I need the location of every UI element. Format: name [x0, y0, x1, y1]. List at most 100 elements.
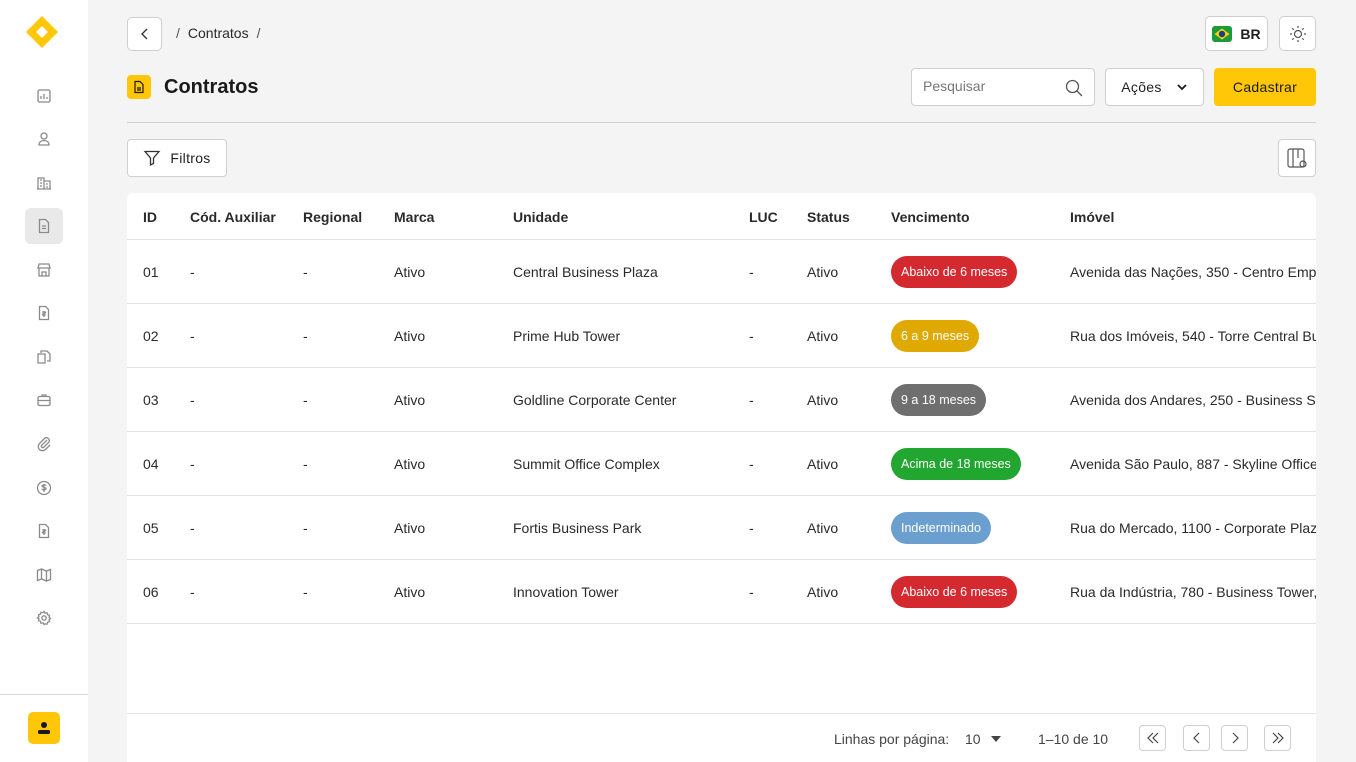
- chart-icon: [37, 89, 51, 103]
- sidebar-item-gear[interactable]: [25, 600, 63, 636]
- cell-luc: -: [749, 456, 754, 472]
- first-page-button[interactable]: [1139, 725, 1166, 751]
- table-row[interactable]: 03 - - Ativo Goldline Corporate Center - Ativo…: [127, 368, 1316, 432]
- column-settings-button[interactable]: [1278, 139, 1316, 177]
- sidebar-item-map[interactable]: [25, 557, 63, 593]
- search-icon[interactable]: [1065, 79, 1083, 97]
- cell-id: 01: [143, 264, 159, 280]
- sidebar-item-store[interactable]: [25, 252, 63, 288]
- column-header-id[interactable]: ID: [143, 209, 157, 225]
- cell-id: 06: [143, 584, 159, 600]
- cadastrar-button[interactable]: Cadastrar: [1214, 68, 1316, 106]
- table-row[interactable]: 01 - - Ativo Central Business Plaza - Ativo Aba…: [127, 240, 1316, 304]
- gear-icon: [36, 610, 52, 626]
- building-icon: [37, 177, 51, 190]
- chevron-right-icon: [1232, 732, 1239, 744]
- cell-reg: -: [303, 584, 308, 600]
- cell-status: Ativo: [807, 520, 839, 536]
- cell-imovel: Avenida dos Andares, 250 - Business Squa…: [1070, 392, 1316, 408]
- avatar[interactable]: [28, 712, 60, 744]
- contract-icon: [38, 218, 50, 234]
- column-header-unidade[interactable]: Unidade: [513, 209, 568, 225]
- cell-status: Ativo: [807, 264, 839, 280]
- header-divider: [127, 122, 1316, 123]
- cell-id: 03: [143, 392, 159, 408]
- column-header-vencimento[interactable]: Vencimento: [891, 209, 970, 225]
- cell-cod: -: [190, 584, 195, 600]
- logo-icon[interactable]: [24, 14, 60, 50]
- cell-id: 02: [143, 328, 159, 344]
- receipt-icon: [38, 523, 50, 539]
- sidebar-item-contract[interactable]: [25, 208, 63, 244]
- sidebar-item-copy[interactable]: [25, 339, 63, 375]
- sidebar-divider: [0, 694, 88, 695]
- vencimento-badge: Acima de 18 meses: [891, 448, 1021, 480]
- paperclip-icon: [37, 437, 51, 452]
- column-header-cod-auxiliar[interactable]: Cód. Auxiliar: [190, 209, 276, 225]
- search-input[interactable]: [923, 78, 1063, 94]
- cell-marca: Ativo: [394, 520, 426, 536]
- cell-cod: -: [190, 392, 195, 408]
- sidebar-item-receipt[interactable]: [25, 513, 63, 549]
- column-header-marca[interactable]: Marca: [394, 209, 434, 225]
- vencimento-badge: Abaixo de 6 meses: [891, 576, 1018, 608]
- sidebar-item-paperclip[interactable]: [25, 426, 63, 462]
- cell-marca: Ativo: [394, 328, 426, 344]
- sidebar: [0, 0, 88, 762]
- column-header-imovel[interactable]: Imóvel: [1070, 209, 1114, 225]
- previous-page-button[interactable]: [1183, 725, 1210, 751]
- chevron-left-icon: [140, 28, 147, 40]
- dollar-icon: [36, 480, 52, 496]
- cell-uni: Fortis Business Park: [513, 520, 642, 536]
- column-header-regional[interactable]: Regional: [303, 209, 362, 225]
- cell-imovel: Rua da Indústria, 780 - Business Tower,: [1070, 584, 1316, 600]
- sidebar-item-building[interactable]: [25, 165, 63, 201]
- double-chevron-left-icon: [1146, 732, 1158, 744]
- caret-down-icon: [990, 736, 1001, 742]
- sidebar-item-user[interactable]: [25, 121, 63, 157]
- last-page-button[interactable]: [1264, 725, 1291, 751]
- page-title: Contratos: [164, 75, 259, 98]
- invoice-icon: [38, 305, 50, 321]
- cell-luc: -: [749, 328, 754, 344]
- sidebar-item-briefcase[interactable]: [25, 382, 63, 418]
- table-header: ID Cód. Auxiliar Regional Marca Unidade …: [127, 193, 1316, 240]
- language-label: BR: [1240, 25, 1261, 42]
- rows-per-page-label: Linhas por página:: [834, 731, 950, 747]
- column-header-status[interactable]: Status: [807, 209, 850, 225]
- brazil-flag-icon: [1212, 25, 1233, 42]
- cell-marca: Ativo: [394, 392, 426, 408]
- theme-toggle-button[interactable]: [1279, 16, 1316, 51]
- cell-marca: Ativo: [394, 584, 426, 600]
- table-row[interactable]: 04 - - Ativo Summit Office Complex - Ativo Acim…: [127, 432, 1316, 496]
- cell-uni: Innovation Tower: [513, 584, 619, 600]
- chevron-left-icon: [1192, 732, 1199, 744]
- breadcrumb-item-contratos[interactable]: Contratos: [188, 25, 249, 41]
- rows-per-page-select[interactable]: 10: [965, 731, 1001, 747]
- language-button[interactable]: BR: [1205, 16, 1268, 51]
- cell-uni: Summit Office Complex: [513, 456, 660, 472]
- next-page-button[interactable]: [1221, 725, 1248, 751]
- search-box[interactable]: [911, 68, 1095, 106]
- column-header-luc[interactable]: LUC: [749, 209, 778, 225]
- cell-marca: Ativo: [394, 264, 426, 280]
- sidebar-item-dollar[interactable]: [25, 470, 63, 506]
- actions-dropdown[interactable]: Ações: [1105, 68, 1204, 106]
- vencimento-badge: Abaixo de 6 meses: [891, 256, 1018, 288]
- store-icon: [37, 263, 51, 277]
- sidebar-item-invoice[interactable]: [25, 295, 63, 331]
- filters-button[interactable]: Filtros: [127, 139, 227, 177]
- filter-icon: [143, 150, 161, 167]
- cell-luc: -: [749, 392, 754, 408]
- user-icon: [38, 132, 50, 146]
- table-row[interactable]: 06 - - Ativo Innovation Tower - Ativo Abaixo de…: [127, 560, 1316, 624]
- sidebar-item-chart[interactable]: [25, 78, 63, 114]
- table-row[interactable]: 02 - - Ativo Prime Hub Tower - Ativo 6 a 9 mese…: [127, 304, 1316, 368]
- back-button[interactable]: [127, 17, 162, 51]
- table-row[interactable]: 05 - - Ativo Fortis Business Park - Ativo Indet…: [127, 496, 1316, 560]
- double-chevron-right-icon: [1272, 732, 1284, 744]
- filters-label: Filtros: [170, 150, 211, 166]
- cell-reg: -: [303, 456, 308, 472]
- user-avatar-icon: [38, 722, 50, 734]
- cell-imovel: Avenida São Paulo, 887 - Skyline Office: [1070, 456, 1316, 472]
